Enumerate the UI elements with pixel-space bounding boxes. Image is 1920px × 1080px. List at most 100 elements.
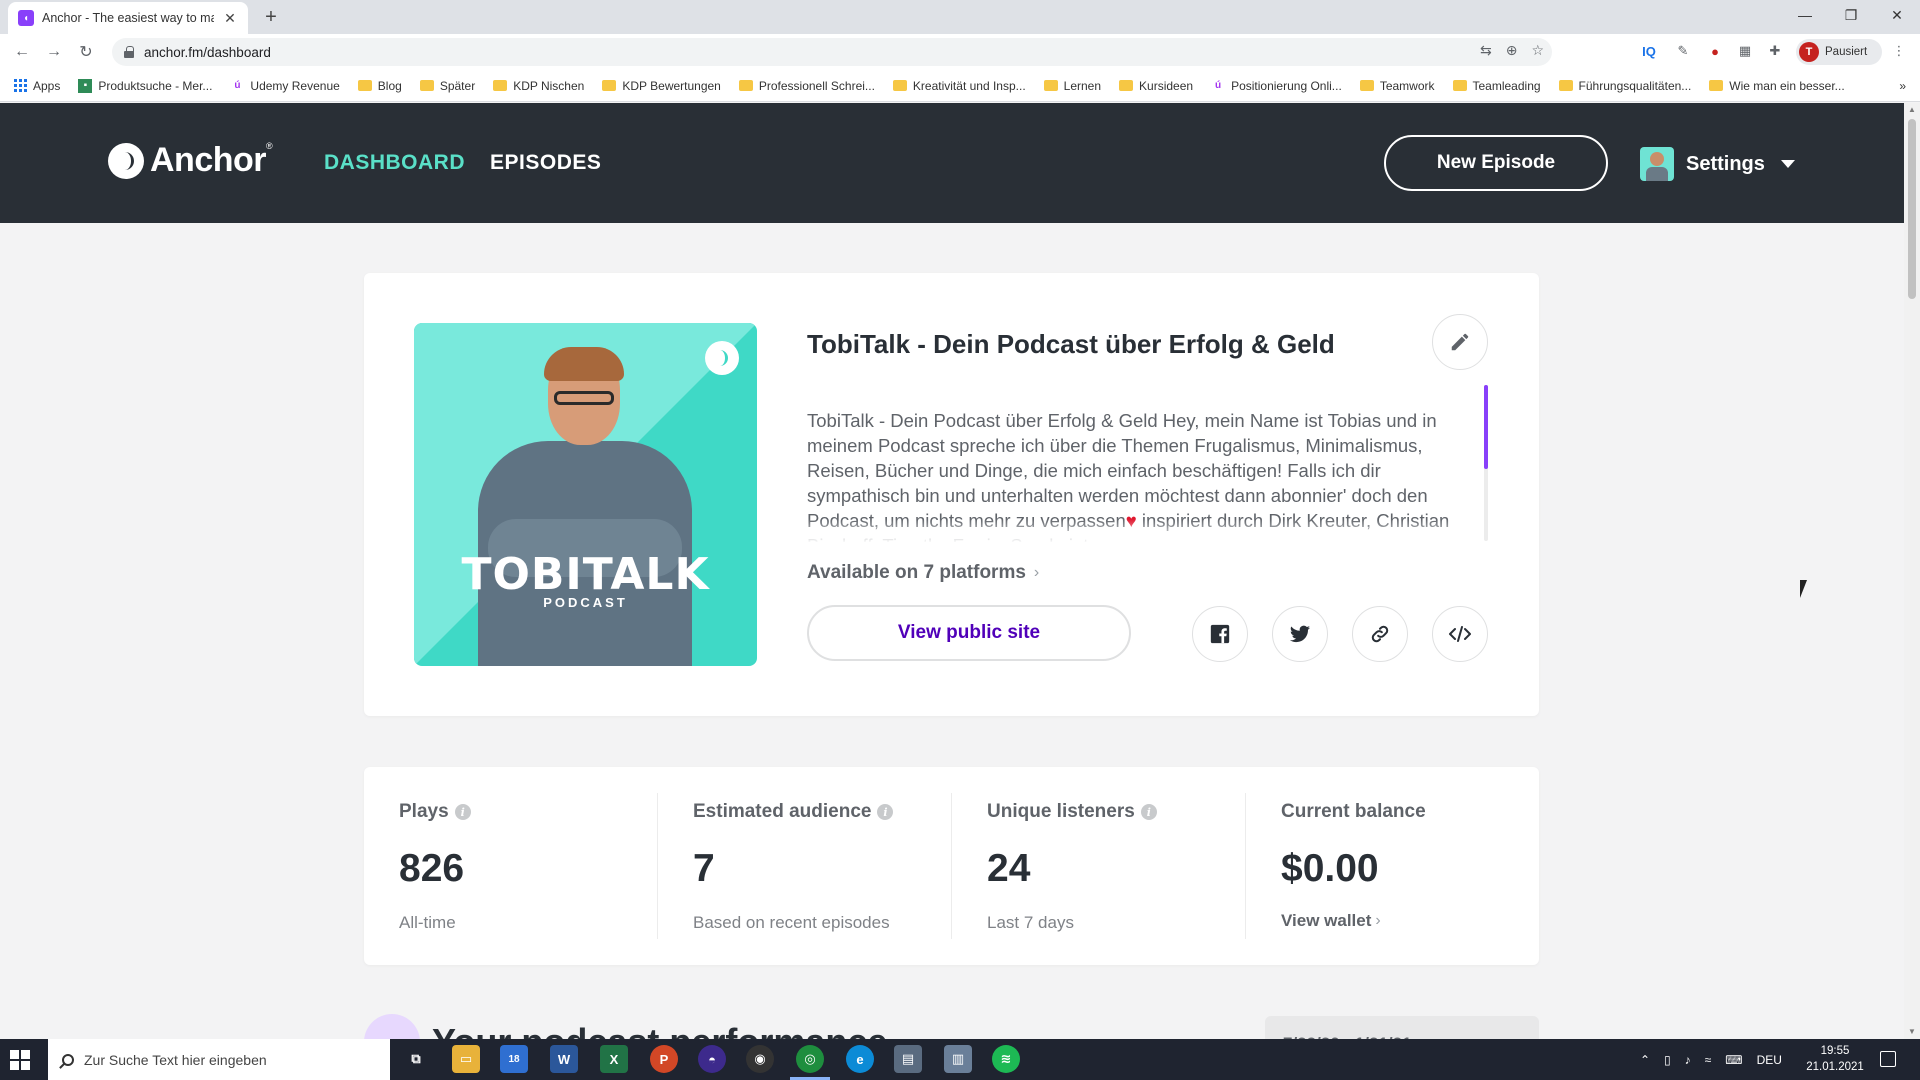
bookmark-item[interactable]: Teamwork <box>1359 78 1435 93</box>
adblock-extension-icon[interactable]: ● <box>1704 40 1726 62</box>
powerpoint-icon[interactable]: P <box>650 1045 678 1073</box>
close-tab-icon[interactable]: ✕ <box>222 10 238 27</box>
copy-link-button[interactable] <box>1352 606 1408 662</box>
cover-person-hair <box>544 347 624 381</box>
bookmark-label: KDP Nischen <box>513 78 585 93</box>
zoom-icon[interactable]: ⊕ <box>1506 42 1518 59</box>
view-public-site-button[interactable]: View public site <box>807 605 1131 661</box>
platforms-link[interactable]: Available on 7 platforms › <box>807 562 1039 584</box>
stat-plays: Plays i 826 All-time <box>399 767 659 965</box>
embed-code-button[interactable] <box>1432 606 1488 662</box>
browser-tab[interactable]: ◖ Anchor - The easiest way to mak ✕ <box>8 2 248 34</box>
keyboard-icon[interactable]: ⌨ <box>1725 1053 1742 1067</box>
language-indicator[interactable]: DEU <box>1757 1053 1782 1067</box>
bookmark-item[interactable]: Wie man ein besser... <box>1709 78 1845 93</box>
obs-icon[interactable]: ◉ <box>746 1045 774 1073</box>
browser-menu-icon[interactable]: ⋮ <box>1888 40 1910 62</box>
chevron-right-icon: › <box>1375 912 1381 929</box>
folder-icon <box>1558 80 1573 91</box>
bookmark-item[interactable]: KDP Bewertungen <box>602 79 721 93</box>
spotify-icon[interactable]: ≋ <box>992 1045 1020 1073</box>
bookmark-item[interactable]: Professionell Schrei... <box>738 79 875 93</box>
info-icon[interactable]: i <box>1140 804 1157 820</box>
address-bar[interactable]: anchor.fm/dashboard ⇆ ⊕ ☆ <box>112 38 1552 66</box>
stat-label-text: Estimated audience <box>693 801 872 822</box>
bookmark-label: Teamwork <box>1379 78 1435 93</box>
grid-extension-icon[interactable]: ▦ <box>1734 40 1756 62</box>
chrome-icon[interactable]: ◎ <box>796 1045 824 1073</box>
app-window-icon[interactable]: ▤ <box>894 1045 922 1073</box>
info-icon[interactable]: i <box>877 804 894 820</box>
new-episode-button[interactable]: New Episode <box>1384 135 1608 191</box>
bookmark-label: Kursideen <box>1139 78 1194 93</box>
tray-expand-icon[interactable]: ⌃ <box>1640 1053 1650 1067</box>
share-facebook-button[interactable] <box>1192 606 1248 662</box>
description-scrollbar[interactable] <box>1484 385 1488 541</box>
anchor-logo-icon <box>108 142 144 179</box>
info-icon[interactable]: i <box>454 804 471 820</box>
nav-dashboard[interactable]: DASHBOARD <box>324 151 465 175</box>
anchor-logo[interactable]: Anchor® <box>108 141 273 180</box>
stat-value: 24 <box>987 847 1031 890</box>
back-icon[interactable]: ← <box>10 40 34 64</box>
taskbar-clock[interactable]: 19:55 21.01.2021 <box>1800 1043 1870 1075</box>
notifications-icon[interactable] <box>1880 1051 1896 1067</box>
edit-podcast-button[interactable] <box>1432 314 1488 370</box>
description-scrollbar-thumb[interactable] <box>1484 385 1488 469</box>
bookmark-label: Lernen <box>1063 78 1102 93</box>
puzzle-extensions-icon[interactable]: ✚ <box>1764 40 1786 62</box>
bookmark-star-icon[interactable]: ☆ <box>1531 42 1544 59</box>
reload-icon[interactable]: ↻ <box>74 40 98 64</box>
app-navbar: Anchor® DASHBOARD EPISODES New Episode S… <box>0 103 1904 223</box>
bookmark-item[interactable]: Lernen <box>1043 78 1102 93</box>
nav-episodes[interactable]: EPISODES <box>490 151 601 175</box>
bookmark-item[interactable]: KDP Nischen <box>493 79 584 93</box>
bookmark-item[interactable]: ú Positionierung Onli... <box>1211 79 1342 93</box>
windows-start-icon[interactable] <box>10 1050 30 1070</box>
file-explorer-icon[interactable]: ▭ <box>452 1045 480 1073</box>
bookmark-item[interactable]: Blog <box>357 79 402 93</box>
bookmark-item[interactable]: Führungsqualitäten... <box>1558 79 1691 93</box>
scroll-up-icon[interactable]: ▲ <box>1908 105 1916 114</box>
bookmark-item[interactable]: Kreativität und Insp... <box>892 79 1026 93</box>
bookmark-item[interactable]: Teamleading <box>1452 79 1541 93</box>
bookmark-item[interactable]: ú Udemy Revenue <box>230 79 339 93</box>
bookmark-label: Wie man ein besser... <box>1729 78 1845 93</box>
bookmark-item[interactable]: ▪ Produktsuche - Mer... <box>78 78 212 93</box>
edge-icon[interactable]: e <box>846 1045 874 1073</box>
settings-label: Settings <box>1686 152 1765 175</box>
scroll-down-icon[interactable]: ▼ <box>1908 1027 1916 1036</box>
forward-icon[interactable]: → <box>42 40 66 64</box>
caret-down-icon <box>1780 160 1795 168</box>
extension-icon[interactable]: ✎ <box>1672 40 1694 62</box>
mail-icon[interactable]: 18 <box>500 1045 528 1073</box>
more-bookmarks-icon[interactable]: » <box>1899 79 1906 93</box>
profile-button[interactable]: T Pausiert <box>1796 39 1882 65</box>
view-wallet-link[interactable]: View wallet › <box>1281 911 1381 931</box>
bookmark-item[interactable]: Kursideen <box>1119 79 1193 93</box>
tray-device-icon[interactable]: ▯ <box>1664 1053 1671 1067</box>
taskbar-search[interactable]: Zur Suche Text hier eingeben <box>48 1039 390 1080</box>
code-icon <box>1449 626 1471 642</box>
translate-icon[interactable]: ⇆ <box>1480 42 1492 59</box>
stat-label: Current balance <box>1281 801 1426 822</box>
minimize-icon[interactable]: — <box>1782 0 1828 30</box>
excel-icon[interactable]: X <box>600 1045 628 1073</box>
page-scrollbar[interactable]: ▲ ▼ <box>1904 103 1920 1039</box>
bookmark-item[interactable]: Später <box>419 79 475 93</box>
close-window-icon[interactable]: ✕ <box>1874 0 1920 30</box>
new-tab-icon[interactable]: + <box>258 4 284 30</box>
iq-extension-icon[interactable]: IQ <box>1638 40 1660 62</box>
wifi-icon[interactable]: ≈ <box>1705 1053 1712 1067</box>
volume-icon[interactable]: ♪ <box>1685 1053 1691 1067</box>
notepad-icon[interactable]: ▥ <box>944 1045 972 1073</box>
divider <box>1245 793 1246 939</box>
share-twitter-button[interactable] <box>1272 606 1328 662</box>
app-icon[interactable]: ◓ <box>698 1045 726 1073</box>
scrollbar-thumb[interactable] <box>1908 119 1916 299</box>
task-view-icon[interactable]: ⧉ <box>402 1045 430 1073</box>
settings-menu[interactable]: Settings <box>1640 147 1795 181</box>
word-icon[interactable]: W <box>550 1045 578 1073</box>
bookmark-item[interactable]: Apps <box>14 79 60 93</box>
restore-icon[interactable]: ❐ <box>1828 0 1874 30</box>
